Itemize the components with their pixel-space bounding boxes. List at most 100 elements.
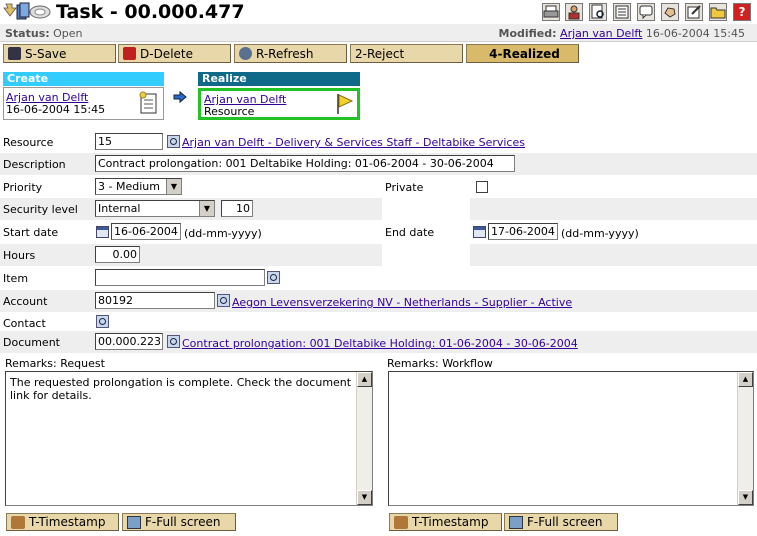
remarks-workflow-textarea[interactable]: ▲ ▼: [388, 371, 754, 506]
security-row: Security level Internal ▼ 10: [0, 198, 382, 220]
contact-lookup-icon[interactable]: [96, 315, 109, 328]
resource-lookup-icon[interactable]: [167, 135, 180, 148]
priority-select[interactable]: 3 - Medium ▼: [95, 178, 182, 195]
fullscreen-label: F-Full screen: [145, 515, 221, 529]
description-input[interactable]: Contract prolongation: 001 Deltabike Hol…: [95, 155, 515, 172]
refresh-icon: [239, 47, 252, 60]
help-icon[interactable]: ?: [733, 3, 751, 21]
account-input[interactable]: 80192: [95, 292, 215, 309]
chevron-down-icon[interactable]: ▼: [199, 201, 214, 216]
end-date-label: End date: [385, 226, 435, 239]
item-lookup-icon[interactable]: [267, 271, 280, 284]
print-icon[interactable]: [542, 3, 560, 21]
contact-label: Contact: [3, 317, 46, 330]
remarks-request-textarea[interactable]: The requested prolongation is complete. …: [5, 371, 373, 506]
account-label: Account: [3, 295, 48, 308]
document-row: Document 00.000.223 Contract prolongatio…: [0, 331, 757, 353]
resource-input[interactable]: 15: [95, 133, 163, 150]
modified-date: 16-06-2004 15:45: [645, 27, 745, 40]
timestamp-button[interactable]: T-Timestamp: [6, 513, 119, 531]
private-checkbox[interactable]: [476, 181, 488, 193]
security-label: Security level: [3, 203, 78, 216]
document-lookup-icon[interactable]: [167, 335, 180, 348]
fullscreen-icon: [509, 515, 523, 529]
end-date-hint: (dd-mm-yyyy): [561, 227, 639, 240]
priority-value: 3 - Medium: [98, 180, 160, 193]
workflow-realize-header: Realize: [198, 72, 360, 86]
document-input[interactable]: 00.000.223: [95, 333, 163, 350]
scrollbar[interactable]: ▲ ▼: [356, 372, 372, 505]
user-icon[interactable]: [565, 3, 583, 21]
calendar-icon[interactable]: [96, 226, 109, 238]
search-document-icon[interactable]: [589, 3, 607, 21]
list-icon[interactable]: [613, 3, 631, 21]
scroll-up-icon[interactable]: ▲: [738, 372, 753, 387]
scrollbar[interactable]: ▲ ▼: [737, 372, 753, 505]
refresh-button[interactable]: R-Refresh: [234, 44, 347, 63]
hours-row: Hours 0.00: [0, 244, 382, 266]
resource-label: Resource: [3, 136, 54, 149]
security-value: Internal: [98, 202, 141, 215]
hours-row-right: [470, 244, 757, 266]
folder-icon[interactable]: [709, 3, 727, 21]
save-label: S-Save: [25, 46, 67, 61]
item-input[interactable]: [95, 269, 265, 286]
account-lookup-icon[interactable]: [217, 294, 230, 307]
status-bar: Status: Open Modified: Arjan van Delft 1…: [0, 24, 757, 42]
document-label: Document: [3, 336, 60, 349]
realize-role: Resource: [204, 105, 255, 118]
refresh-label: R-Refresh: [256, 46, 314, 61]
document-link[interactable]: Contract prolongation: 001 Deltabike Hol…: [182, 337, 578, 350]
hours-input[interactable]: 0.00: [95, 246, 140, 263]
arrow-right-icon: [173, 90, 187, 104]
edit-icon[interactable]: [685, 3, 703, 21]
modified-label: Modified:: [498, 27, 557, 40]
modified-info: Modified: Arjan van Delft 16-06-2004 15:…: [499, 27, 746, 40]
fullscreen-icon: [127, 515, 141, 529]
message-icon[interactable]: [637, 3, 655, 21]
stamp-icon: [11, 515, 25, 529]
floppy-icon: [8, 47, 21, 60]
dates-row: Start date 16-06-2004 (dd-mm-yyyy) End d…: [0, 221, 757, 243]
remarks-request-label: Remarks: Request: [5, 357, 105, 370]
chevron-down-icon[interactable]: ▼: [166, 179, 181, 194]
resource-link[interactable]: Arjan van Delft - Delivery & Services St…: [182, 136, 525, 149]
start-date-hint: (dd-mm-yyyy): [184, 227, 262, 240]
modified-by-link[interactable]: Arjan van Delft: [560, 27, 642, 40]
stamp-icon: [394, 515, 408, 529]
private-label: Private: [385, 181, 424, 194]
scroll-down-icon[interactable]: ▼: [738, 490, 753, 505]
save-button[interactable]: S-Save: [3, 44, 116, 63]
status: Status: Open: [5, 27, 83, 40]
priority-row: Priority 3 - Medium ▼ Private: [0, 176, 757, 198]
timestamp-button-workflow[interactable]: T-Timestamp: [389, 513, 502, 531]
reject-label: 2-Reject: [355, 46, 405, 61]
scroll-down-icon[interactable]: ▼: [357, 490, 372, 505]
start-date-input[interactable]: 16-06-2004: [111, 223, 181, 240]
account-link[interactable]: Aegon Levensverzekering NV - Netherlands…: [232, 296, 572, 309]
realized-button[interactable]: 4-Realized: [466, 44, 579, 63]
hand-icon[interactable]: [661, 3, 679, 21]
scroll-up-icon[interactable]: ▲: [357, 372, 372, 387]
description-row: Description Contract prolongation: 001 D…: [0, 153, 757, 175]
fullscreen-button-workflow[interactable]: F-Full screen: [504, 513, 618, 531]
remarks-request-text: The requested prolongation is complete. …: [10, 376, 352, 402]
fullscreen-label: F-Full screen: [527, 515, 603, 529]
workflow-realize-box: Arjan van Delft Resource: [198, 88, 360, 120]
reject-button[interactable]: 2-Reject: [350, 44, 463, 63]
app-logo-icon: [3, 2, 51, 20]
description-label: Description: [3, 158, 66, 171]
delete-button[interactable]: D-Delete: [118, 44, 231, 63]
fullscreen-button[interactable]: F-Full screen: [122, 513, 236, 531]
security-select[interactable]: Internal ▼: [95, 200, 215, 217]
resource-row: Resource 15 Arjan van Delft - Delivery &…: [0, 131, 757, 153]
calendar-icon[interactable]: [473, 226, 486, 238]
end-date-input[interactable]: 17-06-2004: [488, 223, 558, 240]
status-label: Status:: [5, 27, 50, 40]
start-date-label: Start date: [3, 226, 59, 239]
security-row-right: [470, 198, 757, 220]
status-value: Open: [53, 27, 83, 40]
item-row: Item: [0, 267, 382, 289]
security-level-input[interactable]: 10: [221, 200, 253, 217]
app-logo: [2, 2, 52, 22]
